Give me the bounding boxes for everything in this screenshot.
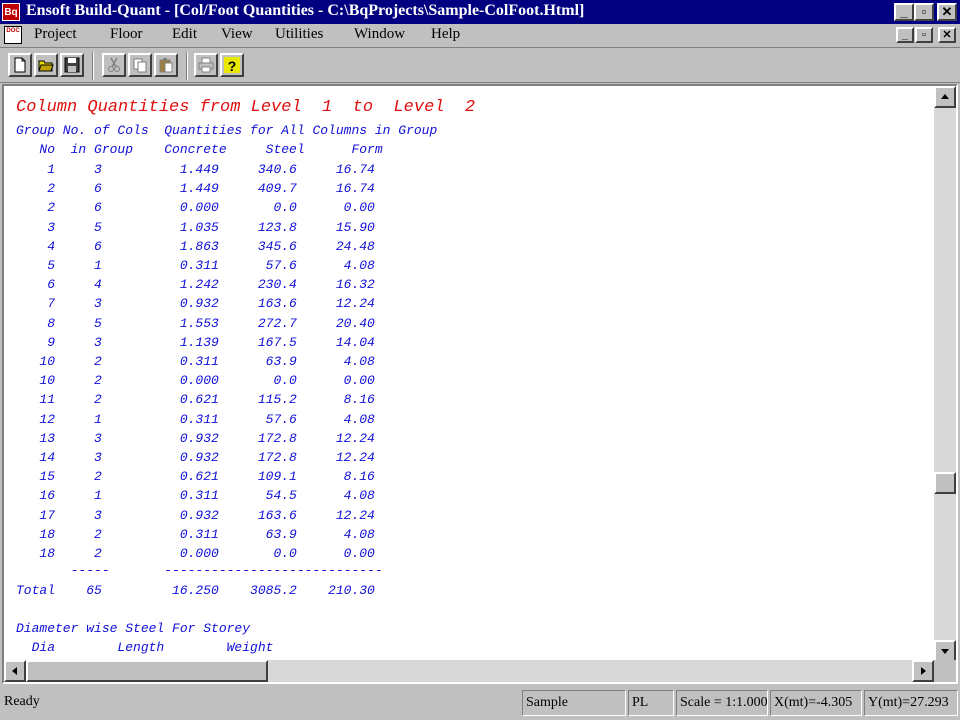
report-window: Column Quantities from Level 1 to Level … bbox=[2, 84, 958, 684]
table-row: 10 2 0.311 63.9 4.08 bbox=[16, 354, 375, 369]
column-header-2: No in Group Concrete Steel Form bbox=[16, 142, 383, 157]
vertical-scrollbar[interactable] bbox=[934, 86, 956, 662]
table-row: 13 3 0.932 172.8 12.24 bbox=[16, 430, 375, 446]
restore-button[interactable]: ▫ bbox=[914, 3, 934, 21]
report-content: Column Quantities from Level 1 to Level … bbox=[4, 86, 934, 662]
scroll-down-button[interactable] bbox=[934, 640, 956, 662]
copy-icon bbox=[133, 58, 147, 73]
column-header-1: Group No. of Cols Quantities for All Col… bbox=[16, 123, 438, 138]
horizontal-scrollbar[interactable] bbox=[4, 660, 934, 682]
menu-bar: DOC Project Floor Edit View Utilities Wi… bbox=[0, 24, 960, 46]
vertical-scroll-thumb[interactable] bbox=[934, 472, 956, 494]
minimize-button[interactable]: _ bbox=[894, 3, 914, 21]
new-button[interactable] bbox=[8, 53, 32, 77]
report-heading: Column Quantities from Level 1 to Level … bbox=[16, 98, 476, 117]
table-row: 16 1 0.311 54.5 4.08 bbox=[16, 488, 375, 504]
table-row: 18 2 0.311 63.9 4.08 bbox=[16, 526, 375, 542]
print-button[interactable] bbox=[194, 53, 218, 77]
print-icon bbox=[198, 57, 214, 73]
save-icon bbox=[64, 57, 80, 73]
table-row: 6 4 1.242 230.4 16.32 bbox=[16, 277, 375, 293]
status-unit: PL bbox=[628, 690, 674, 716]
status-x-coordinate: X(mt)=-4.305 bbox=[770, 690, 862, 716]
menu-floor[interactable]: Floor bbox=[110, 26, 143, 43]
doc-minimize-button[interactable]: _ bbox=[896, 27, 914, 43]
doc-close-button[interactable]: ✕ bbox=[938, 27, 956, 43]
app-icon[interactable]: Bq bbox=[2, 3, 20, 21]
table-row: 2 6 0.000 0.0 0.00 bbox=[16, 200, 375, 216]
status-file: Sample bbox=[522, 690, 626, 716]
help-icon: ? bbox=[224, 57, 240, 73]
svg-text:?: ? bbox=[228, 58, 237, 73]
menu-window[interactable]: Window bbox=[354, 26, 405, 43]
doc-restore-button[interactable]: ▫ bbox=[915, 27, 933, 43]
arrow-down-icon bbox=[941, 649, 949, 654]
scroll-left-button[interactable] bbox=[4, 660, 26, 682]
window-title: Ensoft Build-Quant - [Col/Foot Quantitie… bbox=[26, 2, 585, 19]
table-row: 4 6 1.863 345.6 24.48 bbox=[16, 238, 375, 254]
title-bar: Bq Ensoft Build-Quant - [Col/Foot Quanti… bbox=[0, 0, 960, 24]
scroll-up-button[interactable] bbox=[934, 86, 956, 108]
diameter-columns: Dia Length Weight bbox=[16, 640, 274, 655]
help-button[interactable]: ? bbox=[220, 53, 244, 77]
arrow-right-icon bbox=[921, 667, 926, 675]
status-scale: Scale = 1:1.000 bbox=[676, 690, 768, 716]
table-row: 18 2 0.000 0.0 0.00 bbox=[16, 546, 375, 561]
horizontal-scroll-thumb[interactable] bbox=[26, 660, 268, 682]
table-row: 10 2 0.000 0.0 0.00 bbox=[16, 373, 375, 389]
menu-help[interactable]: Help bbox=[431, 26, 460, 43]
status-bar: Ready Sample PL Scale = 1:1.000 X(mt)=-4… bbox=[0, 688, 960, 720]
scrollbar-corner bbox=[934, 660, 956, 682]
table-row: 17 3 0.932 163.6 12.24 bbox=[16, 507, 375, 523]
separator-line: ----- ---------------------------- bbox=[16, 563, 383, 578]
table-row: 2 6 1.449 409.7 16.74 bbox=[16, 181, 375, 197]
paste-icon bbox=[159, 58, 173, 73]
open-icon bbox=[38, 60, 54, 72]
toolbar: ? bbox=[0, 47, 960, 83]
copy-button[interactable] bbox=[128, 53, 152, 77]
menu-utilities[interactable]: Utilities bbox=[275, 26, 323, 43]
table-row: 3 5 1.035 123.8 15.90 bbox=[16, 219, 375, 235]
open-button[interactable] bbox=[34, 53, 58, 77]
arrow-up-icon bbox=[941, 94, 949, 99]
table-row: 1 3 1.449 340.6 16.74 bbox=[16, 162, 375, 177]
table-row: 9 3 1.139 167.5 14.04 bbox=[16, 334, 375, 350]
table-row: 12 1 0.311 57.6 4.08 bbox=[16, 411, 375, 427]
diameter-heading: Diameter wise Steel For Storey bbox=[16, 621, 251, 636]
save-button[interactable] bbox=[60, 53, 84, 77]
table-row: 8 5 1.553 272.7 20.40 bbox=[16, 315, 375, 331]
paste-button[interactable] bbox=[154, 53, 178, 77]
menu-project[interactable]: Project bbox=[34, 26, 77, 43]
scroll-right-button[interactable] bbox=[912, 660, 934, 682]
menu-view[interactable]: View bbox=[221, 26, 253, 43]
menu-edit[interactable]: Edit bbox=[172, 26, 197, 43]
status-y-coordinate: Y(mt)=27.293 bbox=[864, 690, 958, 716]
document-icon[interactable]: DOC bbox=[4, 26, 22, 44]
table-row: 7 3 0.932 163.6 12.24 bbox=[16, 296, 375, 312]
new-icon bbox=[14, 57, 26, 73]
close-button[interactable]: ✕ bbox=[937, 3, 957, 21]
arrow-left-icon bbox=[12, 667, 17, 675]
cut-button[interactable] bbox=[102, 53, 126, 77]
toolbar-separator bbox=[186, 52, 188, 80]
table-row: 15 2 0.621 109.1 8.16 bbox=[16, 469, 375, 485]
toolbar-separator bbox=[92, 52, 94, 80]
total-row: Total 65 16.250 3085.2 210.30 bbox=[16, 583, 375, 598]
table-row: 11 2 0.621 115.2 8.16 bbox=[16, 392, 375, 408]
table-row: 5 1 0.311 57.6 4.08 bbox=[16, 258, 375, 273]
table-row: 14 3 0.932 172.8 12.24 bbox=[16, 450, 375, 465]
status-ready: Ready bbox=[4, 694, 40, 709]
cut-icon bbox=[108, 57, 120, 72]
